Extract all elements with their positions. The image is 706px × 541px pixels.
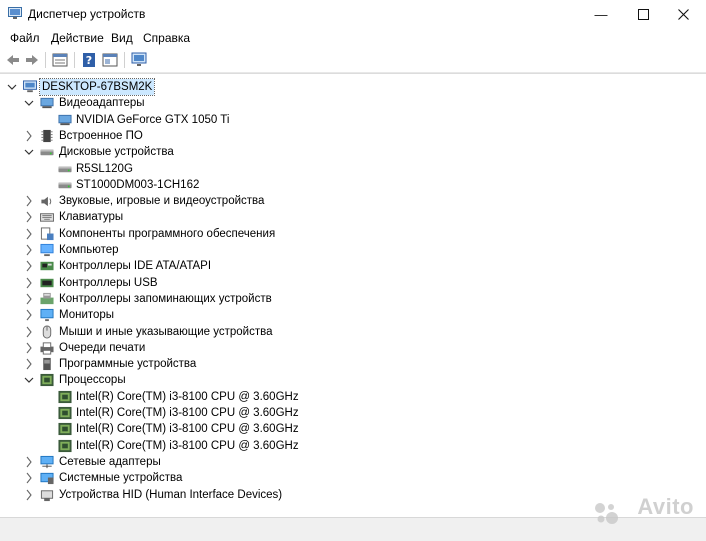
menu-view[interactable]: Вид <box>111 31 133 45</box>
software-device-icon <box>43 357 51 371</box>
device-tree: DESKTOP-67BSM2K Видеоадаптеры NVIDIA GeFor… <box>0 73 706 518</box>
close-icon <box>677 8 689 20</box>
keyboard-icon <box>40 213 54 222</box>
device-label: Intel(R) Core(TM) i3-8100 CPU @ 3.60GHz <box>76 423 299 435</box>
speaker-icon <box>41 196 52 207</box>
menu-help[interactable]: Справка <box>143 31 190 45</box>
avito-logo-icon <box>595 503 618 524</box>
chevron-right-icon[interactable] <box>24 226 34 242</box>
category-label: Компьютер <box>59 244 119 256</box>
disk-drive-icon <box>58 166 72 173</box>
toolbar-separator <box>45 52 46 68</box>
device-manager-icon <box>8 7 22 19</box>
device-label: Intel(R) Core(TM) i3-8100 CPU @ 3.60GHz <box>76 440 299 452</box>
chevron-right-icon[interactable] <box>24 291 34 307</box>
menu-file[interactable]: Файл <box>10 31 40 45</box>
disk-drive-icon <box>40 149 54 156</box>
chevron-right-icon[interactable] <box>24 340 34 356</box>
usb-icon <box>40 278 54 288</box>
chevron-right-icon[interactable] <box>24 275 34 291</box>
maximize-icon <box>637 8 649 20</box>
device-label: Intel(R) Core(TM) i3-8100 CPU @ 3.60GHz <box>76 407 299 419</box>
category-label: Встроенное ПО <box>59 130 143 142</box>
hid-icon <box>40 490 54 502</box>
chevron-down-icon[interactable] <box>24 372 34 388</box>
chevron-right-icon[interactable] <box>24 258 34 274</box>
chevron-right-icon[interactable] <box>24 242 34 258</box>
chevron-down-icon[interactable] <box>24 144 34 160</box>
minimize-icon: — <box>594 6 608 22</box>
category-label: Сетевые адаптеры <box>59 456 161 468</box>
chevron-right-icon[interactable] <box>24 324 34 340</box>
monitor-icon <box>40 308 54 322</box>
properties-window-icon[interactable] <box>102 52 118 68</box>
chevron-right-icon[interactable] <box>24 209 34 225</box>
computer-icon <box>40 243 54 257</box>
chevron-right-icon[interactable] <box>24 356 34 372</box>
storage-controller-icon <box>40 292 54 305</box>
forward-arrow-icon[interactable] <box>24 52 40 68</box>
tree-root-label: DESKTOP-67BSM2K <box>38 78 156 96</box>
category-label: Дисковые устройства <box>59 146 174 158</box>
help-icon[interactable]: ? <box>81 52 97 68</box>
back-arrow-icon[interactable] <box>5 52 21 68</box>
cpu-icon <box>58 390 72 404</box>
device-label: R5SL120G <box>76 163 133 175</box>
chevron-down-icon[interactable] <box>7 79 17 95</box>
chevron-right-icon[interactable] <box>24 193 34 209</box>
title-bar: Диспетчер устройств — <box>0 0 706 28</box>
chevron-right-icon[interactable] <box>24 487 34 503</box>
properties-grid-icon[interactable] <box>52 52 68 68</box>
ide-controller-icon <box>40 261 54 271</box>
display-adapter-icon <box>40 97 54 109</box>
chevron-down-icon[interactable] <box>24 95 34 111</box>
device-label: Intel(R) Core(TM) i3-8100 CPU @ 3.60GHz <box>76 391 299 403</box>
avito-watermark: Avito <box>637 494 694 519</box>
category-label: Видеоадаптеры <box>59 97 145 109</box>
category-label: Процессоры <box>59 374 126 386</box>
display-adapter-icon <box>58 114 72 126</box>
close-button[interactable] <box>660 0 706 28</box>
network-adapter-icon <box>40 455 54 469</box>
svg-text:?: ? <box>86 54 92 67</box>
software-component-icon <box>40 227 54 241</box>
category-label: Мониторы <box>59 309 115 321</box>
category-label: Системные устройства <box>59 472 183 484</box>
cpu-icon <box>40 373 54 387</box>
category-label: Контроллеры запоминающих устройств <box>59 293 272 305</box>
device-label: NVIDIA GeForce GTX 1050 Ti <box>76 114 230 126</box>
category-label: Мыши и иные указывающие устройства <box>59 326 273 338</box>
mouse-icon <box>42 325 52 339</box>
chevron-right-icon[interactable] <box>24 454 34 470</box>
category-label: Устройства HID (Human Interface Devices) <box>59 489 283 501</box>
chevron-right-icon[interactable] <box>24 128 34 144</box>
chevron-right-icon[interactable] <box>24 307 34 323</box>
toolbar: ? <box>0 48 706 73</box>
menu-action[interactable]: Действие <box>51 31 104 45</box>
menu-bar: Файл Действие Вид Справка <box>0 28 706 48</box>
category-label: Компоненты программного обеспечения <box>59 228 276 240</box>
category-label: Контроллеры IDE ATA/ATAPI <box>59 260 212 272</box>
printer-icon <box>40 342 54 355</box>
device-label: ST1000DM003-1CH162 <box>76 179 200 191</box>
category-label: Звуковые, игровые и видеоустройства <box>59 195 265 207</box>
minimize-button[interactable]: — <box>578 0 624 28</box>
cpu-icon <box>58 439 72 453</box>
computer-icon <box>23 80 37 93</box>
chevron-right-icon[interactable] <box>24 470 34 486</box>
toolbar-separator <box>74 52 75 68</box>
cpu-icon <box>58 406 72 420</box>
toolbar-separator <box>124 52 125 68</box>
window-title: Диспетчер устройств <box>28 7 146 21</box>
scan-hardware-icon[interactable] <box>131 52 147 68</box>
disk-drive-icon <box>58 182 72 189</box>
category-label: Клавиатуры <box>59 211 124 223</box>
category-label: Контроллеры USB <box>59 277 158 289</box>
category-label: Программные устройства <box>59 358 197 370</box>
firmware-icon <box>41 129 53 143</box>
cpu-icon <box>58 422 72 436</box>
system-device-icon <box>40 472 54 485</box>
category-label: Очереди печати <box>59 342 146 354</box>
